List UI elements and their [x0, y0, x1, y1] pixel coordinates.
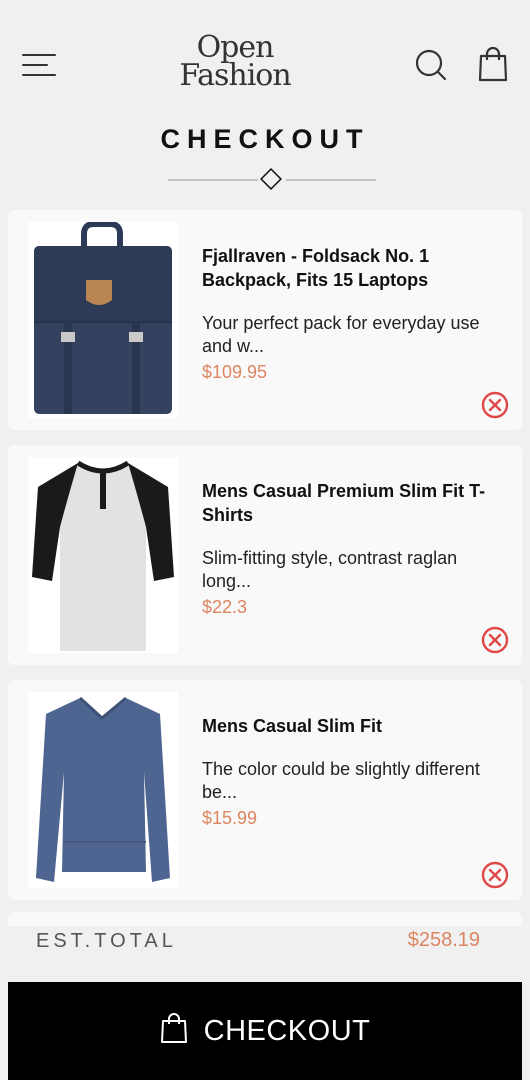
logo-line-2: Fashion — [179, 58, 291, 93]
product-price: $22.3 — [202, 597, 248, 617]
search-icon[interactable] — [414, 48, 448, 82]
checkout-button-label: CHECKOUT — [203, 1014, 371, 1047]
menu-icon[interactable] — [22, 54, 56, 78]
product-price: $109.95 — [202, 362, 268, 382]
remove-item-icon[interactable] — [480, 390, 510, 420]
product-name: Mens Casual Premium Slim Fit T-Shirts — [202, 481, 486, 525]
shopping-bag-icon[interactable] — [476, 46, 510, 82]
total-value: $258.19 — [407, 929, 480, 951]
product-image-raglan-shirt[interactable] — [28, 457, 178, 653]
page-title: CHECKOUT — [160, 124, 370, 154]
product-name: Fjallraven - Foldsack No. 1 Backpack, Fi… — [202, 246, 430, 290]
remove-item-icon[interactable] — [480, 625, 510, 655]
checkout-button[interactable]: CHECKOUT — [8, 982, 522, 1080]
shopping-bag-icon — [160, 1013, 187, 1043]
product-image-long-sleeve-shirt[interactable] — [28, 692, 178, 888]
product-image-backpack[interactable] — [28, 222, 178, 418]
product-description: The color could be slightly different be… — [202, 759, 480, 802]
cart-item[interactable]: Mens Casual Slim Fit The color could be … — [8, 680, 522, 900]
total-label: EST.TOTAL — [36, 930, 177, 952]
product-description: Slim-fitting style, contrast raglan long… — [202, 548, 458, 591]
title-divider — [168, 168, 376, 190]
logo[interactable]: Open Fashion — [160, 33, 310, 98]
product-name: Mens Casual Slim Fit — [202, 716, 383, 736]
app-header: Open Fashion — [0, 0, 530, 110]
remove-item-icon[interactable] — [480, 860, 510, 890]
cart-item[interactable]: Fjallraven - Foldsack No. 1 Backpack, Fi… — [8, 210, 522, 430]
next-item-peek — [8, 912, 522, 926]
product-price: $15.99 — [202, 808, 258, 828]
cart-item[interactable]: Mens Casual Premium Slim Fit T-Shirts Sl… — [8, 445, 522, 665]
product-description: Your perfect pack for everyday use and w… — [202, 313, 480, 356]
